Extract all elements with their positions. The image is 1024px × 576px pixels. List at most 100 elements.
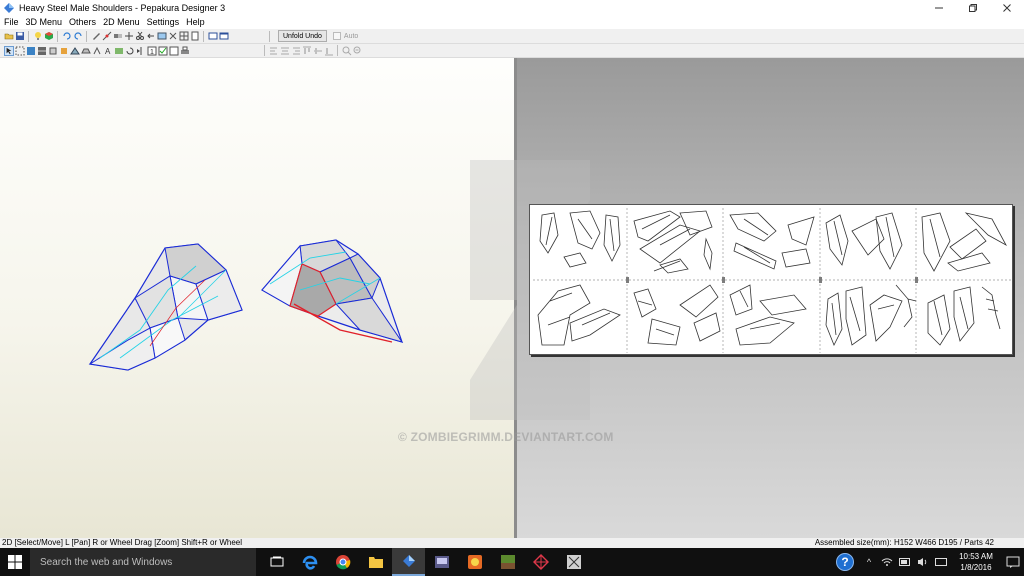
system-tray: ? ^ 10:53 AM 1/8/2016 [836, 548, 1024, 576]
toolbar-separator [269, 30, 270, 42]
minimize-icon [935, 7, 943, 8]
select-arrow-icon[interactable] [4, 45, 14, 56]
menu-2d[interactable]: 2D Menu [101, 17, 145, 27]
align-middle-icon[interactable] [313, 46, 323, 56]
move-icon[interactable] [124, 31, 134, 41]
chevron-up-icon[interactable]: ^ [862, 555, 876, 569]
join-icon[interactable] [113, 31, 123, 41]
zoom-in-icon[interactable] [342, 46, 352, 56]
zoom-out-icon[interactable] [353, 46, 363, 56]
cross-icon[interactable] [168, 31, 178, 41]
action-center-icon[interactable] [1006, 555, 1020, 569]
edit-toolbar: A 1 [0, 44, 1024, 58]
save-icon[interactable] [15, 31, 25, 41]
taskbar-apps [260, 548, 590, 576]
menu-others[interactable]: Others [67, 17, 101, 27]
pattern-icon[interactable] [37, 46, 47, 56]
volume-icon[interactable] [916, 555, 930, 569]
rotate-left-icon[interactable] [62, 31, 72, 41]
window-title: Heavy Steel Male Shoulders - Pepakura De… [19, 2, 226, 13]
svg-text:A: A [105, 47, 111, 56]
flip-icon[interactable] [136, 46, 146, 56]
edge-hide-icon[interactable] [169, 46, 179, 56]
network-icon[interactable] [880, 555, 894, 569]
menu-settings[interactable]: Settings [145, 17, 185, 27]
align-left-icon[interactable] [269, 46, 279, 56]
window-controls [922, 0, 1024, 15]
help-icon[interactable]: ? [836, 553, 854, 571]
toolbar-separator [86, 30, 87, 42]
toolbar-separator [57, 30, 58, 42]
minecraft-icon[interactable] [491, 548, 524, 576]
window-2d-icon[interactable] [219, 31, 229, 41]
rect-icon[interactable] [48, 46, 58, 56]
texture-icon[interactable] [44, 31, 54, 41]
restore-icon [969, 3, 977, 12]
align-center-icon[interactable] [280, 46, 290, 56]
edge-tool-icon[interactable] [102, 31, 112, 41]
rotate-icon[interactable] [125, 46, 135, 56]
color-icon[interactable] [26, 46, 36, 56]
clock-time: 10:53 AM [959, 552, 993, 561]
align-right-icon[interactable] [291, 46, 301, 56]
maximize-button[interactable] [956, 0, 990, 15]
unfolded-parts-layout [533, 208, 1011, 353]
image-icon[interactable] [157, 31, 167, 41]
select-box-icon[interactable] [15, 46, 25, 56]
chrome-icon[interactable] [326, 548, 359, 576]
fold-icon[interactable] [70, 46, 80, 56]
pepakura-icon[interactable] [392, 548, 425, 576]
menu-help[interactable]: Help [184, 17, 210, 27]
battery-icon[interactable] [898, 555, 912, 569]
auto-checkbox[interactable]: Auto [332, 32, 358, 40]
menu-3d[interactable]: 3D Menu [24, 17, 68, 27]
unfold-undo-button[interactable]: Unfold Undo [278, 30, 327, 42]
flap-icon[interactable] [92, 46, 102, 56]
start-button[interactable] [0, 548, 30, 576]
minimize-button[interactable] [922, 0, 956, 15]
file-explorer-icon[interactable] [359, 548, 392, 576]
task-view-icon[interactable] [260, 548, 293, 576]
paint-icon[interactable] [59, 46, 69, 56]
app2-icon[interactable] [557, 548, 590, 576]
main-toolbar: Unfold Undo Auto [0, 29, 1024, 44]
status-mode-text: 2D [Select/Move] L [Pan] R or Wheel Drag… [2, 538, 243, 547]
window-3d-icon[interactable] [208, 31, 218, 41]
cut-icon[interactable] [135, 31, 145, 41]
edge-icon[interactable] [293, 548, 326, 576]
rotate-right-icon[interactable] [73, 31, 83, 41]
toolbar-separator [28, 30, 29, 42]
pencil-icon[interactable] [91, 31, 101, 41]
right-shoulder-model [261, 239, 404, 343]
align-top-icon[interactable] [302, 46, 312, 56]
align-bottom-icon[interactable] [324, 46, 334, 56]
menu-file[interactable]: File [2, 17, 24, 27]
svg-text:1: 1 [150, 49, 154, 56]
title-bar: Heavy Steel Male Shoulders - Pepakura De… [0, 0, 1024, 15]
text-tool-icon[interactable]: A [103, 46, 113, 56]
print-sheet [529, 204, 1013, 355]
open-folder-icon[interactable] [4, 31, 14, 41]
image-insert-icon[interactable] [114, 46, 124, 56]
bulb-icon[interactable] [33, 31, 43, 41]
game-icon[interactable] [458, 548, 491, 576]
close-button[interactable] [990, 0, 1024, 15]
grid-icon[interactable] [179, 31, 189, 41]
pepakura-window: Heavy Steel Male Shoulders - Pepakura De… [0, 0, 1024, 576]
app-icon[interactable] [524, 548, 557, 576]
arrow-back-icon[interactable] [146, 31, 156, 41]
page-setup-icon[interactable] [190, 31, 200, 41]
media-icon[interactable] [425, 548, 458, 576]
status-bar: 2D [Select/Move] L [Pan] R or Wheel Drag… [0, 538, 1024, 548]
taskbar-clock[interactable]: 10:53 AM 1/8/2016 [950, 551, 1002, 573]
clock-date: 1/8/2016 [960, 563, 992, 572]
toolbar-separator [203, 30, 204, 42]
tab-icon[interactable] [81, 46, 91, 56]
keyboard-icon[interactable] [934, 555, 948, 569]
print-icon[interactable] [180, 46, 190, 56]
auto-checkbox-box[interactable] [332, 32, 341, 40]
check-icon[interactable] [158, 46, 168, 56]
taskbar-search-box[interactable]: Search the web and Windows [30, 548, 256, 576]
windows-logo-icon [8, 555, 22, 569]
number-icon[interactable]: 1 [147, 46, 157, 56]
